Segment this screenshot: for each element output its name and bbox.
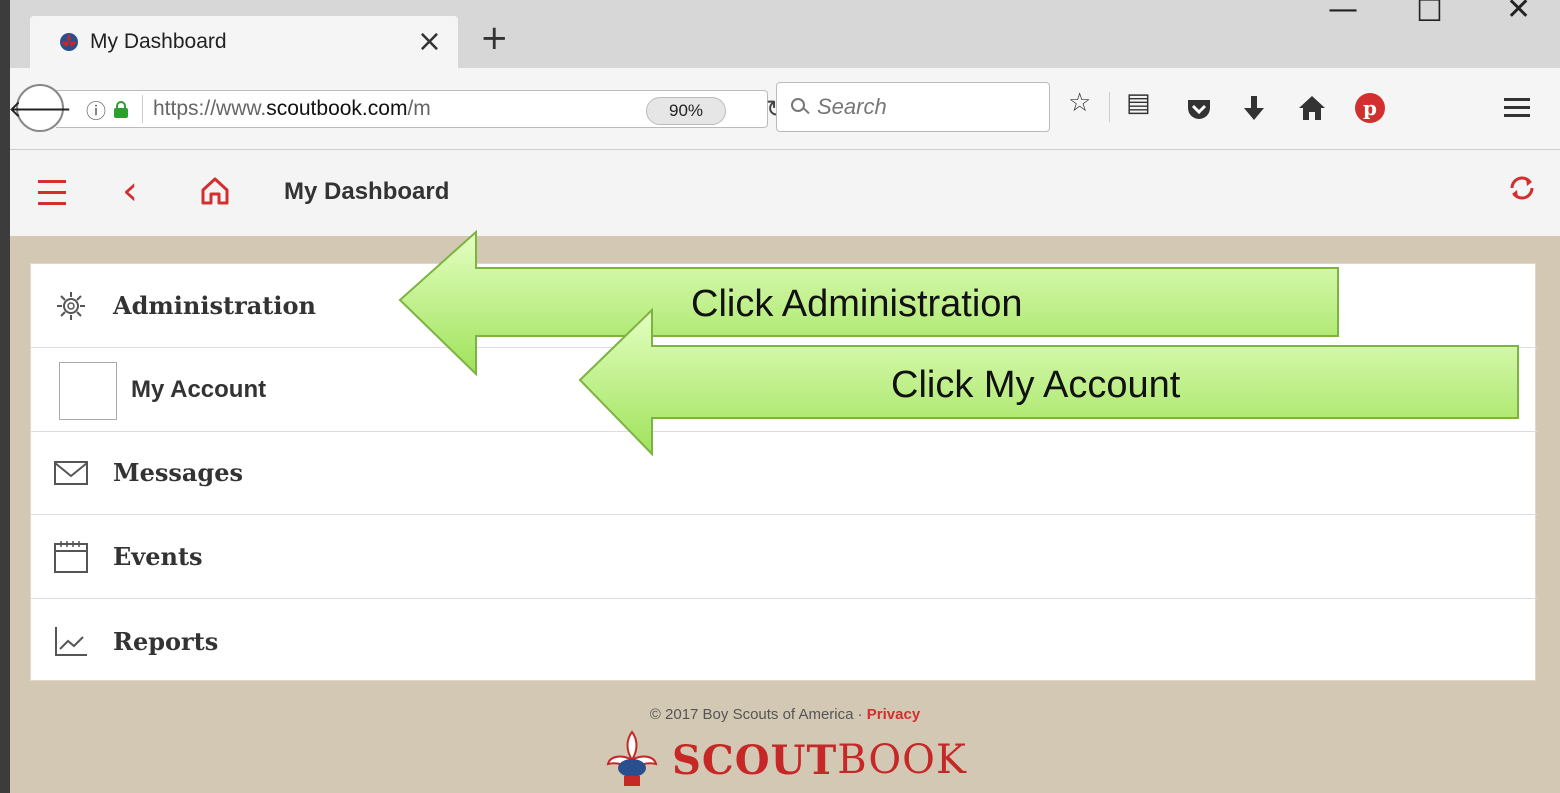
pinterest-icon[interactable]: p	[1354, 92, 1386, 124]
search-icon	[791, 98, 810, 116]
menu-label: Events	[113, 542, 203, 571]
url-bar[interactable]: ⓘ https://www.scoutbook.com/m 90% ↻	[56, 90, 786, 128]
info-icon[interactable]: ⓘ	[86, 95, 106, 124]
screen-frame: My Dashboard × + — ☐ ✕ ⓘ https://www.sco…	[0, 0, 1560, 793]
menu-label: Administration	[113, 291, 316, 320]
url-text[interactable]: https://www.scoutbook.com/m	[153, 97, 431, 121]
back-button[interactable]: 🡐	[10, 84, 72, 132]
browser-menu-icon[interactable]	[1504, 98, 1530, 118]
app-menu-icon[interactable]	[38, 180, 66, 206]
app-back-icon[interactable]: ‹	[122, 168, 138, 214]
callout-label-my-account: Click My Account	[891, 364, 1181, 406]
reader-icon[interactable]: ▤	[1126, 88, 1151, 118]
url-suffix: /m	[407, 97, 431, 120]
app-home-icon[interactable]	[200, 176, 230, 206]
search-placeholder: Search	[817, 94, 887, 119]
url-separator	[142, 95, 143, 123]
gear-icon	[57, 292, 85, 320]
copyright-text: © 2017 Boy Scouts of America ·	[649, 706, 867, 723]
star-icon[interactable]: ☆	[1068, 88, 1091, 118]
logo-book-text: BOOK	[837, 737, 967, 783]
svg-text:p: p	[1363, 96, 1377, 120]
zoom-badge[interactable]: 90%	[646, 97, 726, 125]
minimize-button[interactable]: —	[1328, 0, 1358, 27]
menu-label: Reports	[113, 626, 219, 656]
menu-item-reports[interactable]: Reports	[31, 599, 1537, 683]
home-icon[interactable]	[1298, 94, 1326, 122]
sync-icon[interactable]	[1506, 172, 1538, 204]
pocket-icon[interactable]	[1186, 96, 1212, 122]
close-window-button[interactable]: ✕	[1506, 0, 1531, 27]
footer-copyright: © 2017 Boy Scouts of America · Privacy	[10, 706, 1560, 723]
calendar-icon	[54, 541, 88, 573]
url-prefix: https://www.	[153, 97, 267, 120]
toolbar-separator	[1109, 92, 1110, 122]
navigation-bar: ⓘ https://www.scoutbook.com/m 90% ↻ 🡐 Se…	[10, 68, 1560, 150]
privacy-link[interactable]: Privacy	[867, 706, 920, 723]
scoutbook-logo: SCOUT BOOK	[602, 730, 967, 790]
scout-favicon-icon	[60, 33, 78, 51]
new-tab-button[interactable]: +	[480, 18, 509, 58]
menu-label: Messages	[113, 458, 243, 487]
browser-tab[interactable]: My Dashboard ×	[30, 16, 458, 68]
envelope-icon	[54, 461, 88, 485]
tab-bar: My Dashboard × + — ☐ ✕	[10, 0, 1560, 68]
fleur-de-lis-logo-icon	[606, 730, 658, 786]
maximize-button[interactable]: ☐	[1416, 0, 1443, 29]
menu-item-events[interactable]: Events	[31, 515, 1537, 599]
tab-title: My Dashboard	[90, 30, 227, 53]
lock-icon	[114, 101, 128, 118]
menu-label: My Account	[131, 375, 267, 403]
page-title: My Dashboard	[284, 178, 450, 205]
app-header: ‹ My Dashboard	[10, 150, 1560, 236]
arrow-left-icon: 🡐	[10, 94, 73, 123]
chart-icon	[55, 627, 87, 656]
url-domain: scoutbook.com	[266, 97, 408, 120]
tab-close-icon[interactable]: ×	[417, 24, 442, 59]
account-avatar-placeholder	[59, 362, 117, 420]
browser-window: My Dashboard × + — ☐ ✕ ⓘ https://www.sco…	[10, 0, 1560, 793]
search-input[interactable]: Search	[776, 82, 1050, 132]
logo-scout-text: SCOUT	[672, 736, 838, 784]
download-icon[interactable]	[1242, 94, 1266, 122]
